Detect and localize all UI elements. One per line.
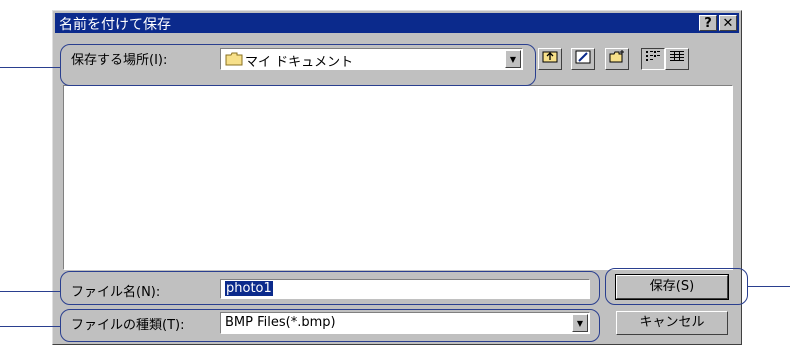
filetype-callout	[60, 309, 600, 342]
up-one-level-button[interactable]	[538, 48, 562, 70]
up-folder-icon	[542, 51, 558, 66]
cancel-button[interactable]: キャンセル	[616, 311, 728, 335]
save-callout	[605, 268, 748, 305]
filename-callout	[60, 271, 600, 305]
desktop-button[interactable]	[571, 48, 595, 70]
help-button[interactable]: ?	[699, 15, 717, 31]
details-view-button[interactable]	[665, 48, 689, 70]
close-button[interactable]: ✕	[719, 15, 737, 31]
list-view-icon	[645, 51, 661, 66]
filename-leader-line	[0, 291, 60, 292]
new-folder-button[interactable]	[605, 48, 629, 70]
location-leader-line	[0, 67, 60, 68]
list-view-button[interactable]	[641, 48, 665, 70]
save-leader-line	[748, 286, 790, 287]
file-list[interactable]	[63, 85, 733, 270]
details-view-icon	[669, 51, 685, 66]
location-callout	[60, 44, 536, 86]
filetype-leader-line	[0, 326, 60, 327]
title-bar: 名前を付けて保存 ? ✕	[55, 13, 739, 33]
dialog-title: 名前を付けて保存	[59, 17, 171, 33]
desktop-icon	[575, 50, 591, 68]
new-folder-icon	[609, 50, 625, 66]
